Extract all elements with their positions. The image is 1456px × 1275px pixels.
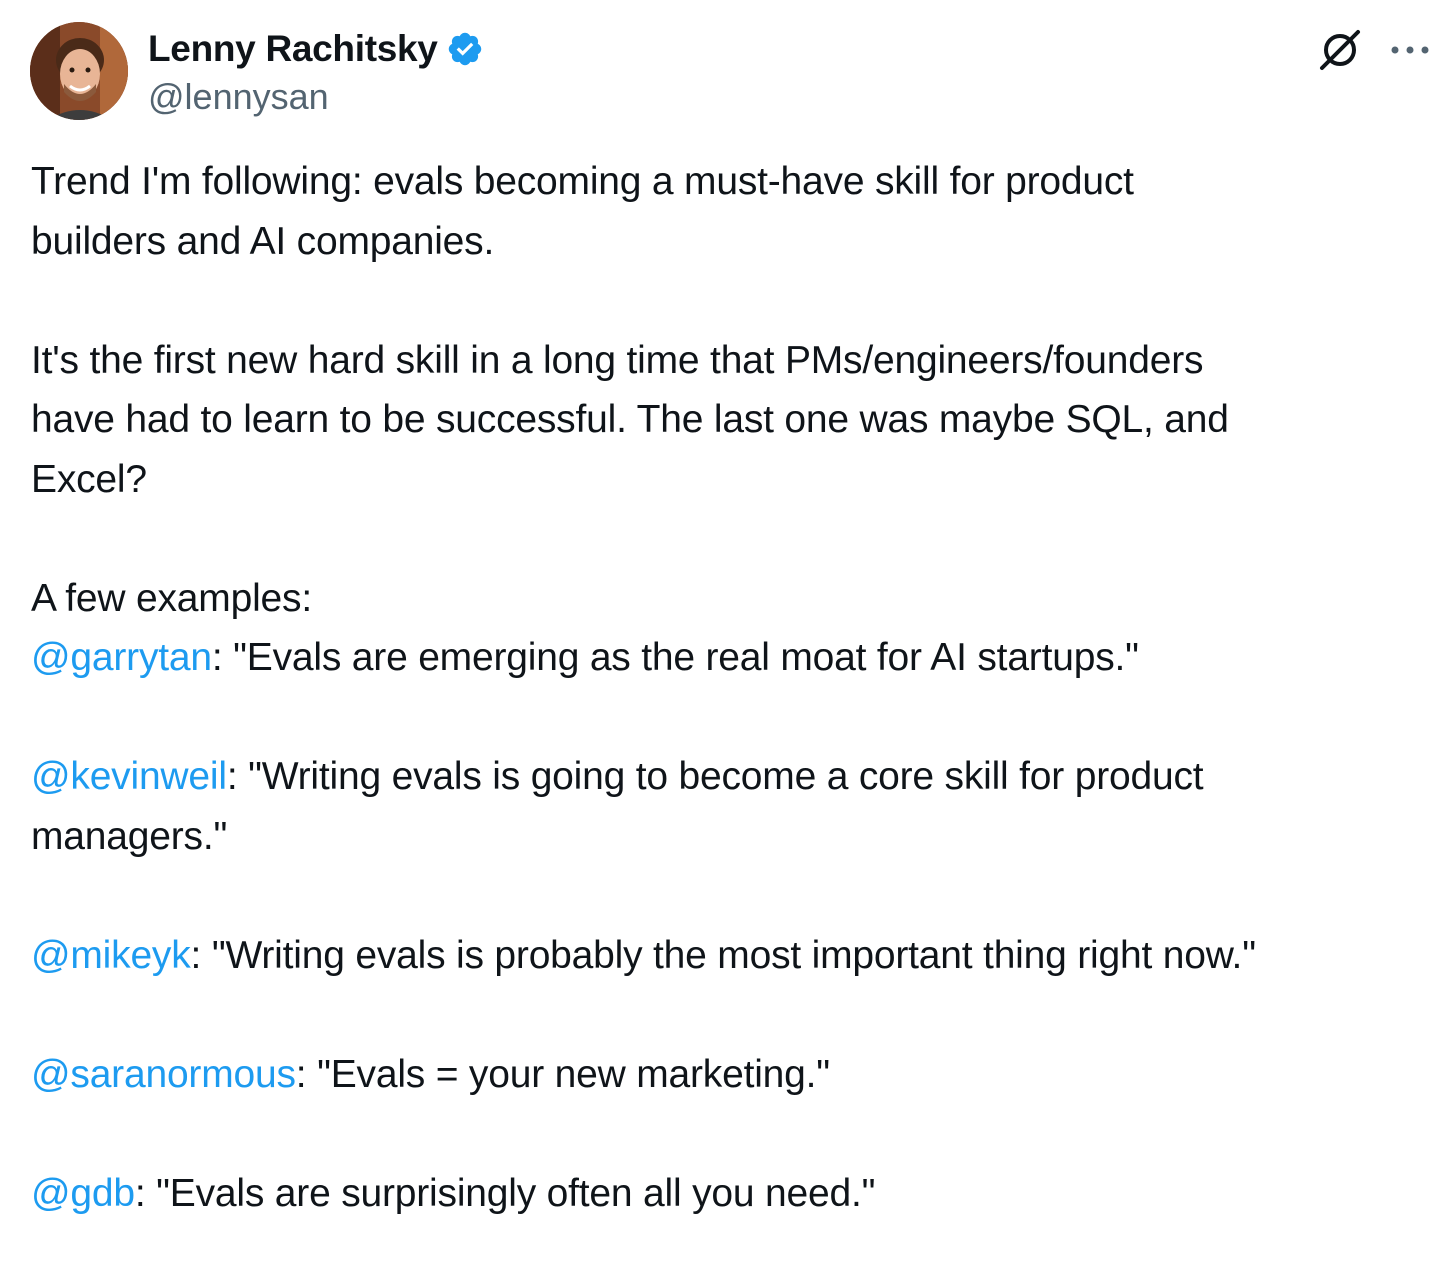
tweet-line: A few examples: [31, 576, 312, 620]
grok-icon[interactable] [1316, 26, 1364, 74]
tweet-line: have had to learn to be successful. The … [31, 398, 1229, 441]
verified-badge-icon[interactable] [446, 30, 484, 68]
mention-link-gdb[interactable]: @gdb [31, 1172, 135, 1215]
author-name-row: Lenny Rachitsky [148, 26, 484, 72]
tweet: Lenny Rachitsky @lennysan Trend I'm foll… [0, 0, 1456, 1275]
more-options-icon[interactable] [1388, 40, 1432, 60]
quote-text: : "Writing evals is going to become a co… [226, 755, 1204, 798]
mention-link-mikeyk[interactable]: @mikeyk [31, 934, 191, 977]
quote-line: @kevinweil: "Writing evals is going to b… [31, 747, 1431, 807]
mention-link-kevinweil[interactable]: @kevinweil [31, 755, 227, 798]
quote-line-continued: managers." [31, 814, 228, 858]
mention-link-garrytan[interactable]: @garrytan [31, 636, 212, 679]
mention-link-saranormous[interactable]: @saranormous [31, 1053, 296, 1096]
quote-line: @gdb: "Evals are surprisingly often all … [31, 1164, 1431, 1224]
tweet-text: Trend I'm following: evals becoming a mu… [31, 152, 1431, 1223]
tweet-header: Lenny Rachitsky @lennysan [30, 22, 1430, 122]
paragraph-break [31, 271, 1431, 331]
paragraph-break [31, 866, 1431, 926]
quote-text: : "Evals are surprisingly often all you … [134, 1171, 876, 1215]
quote-text: : "Writing evals is probably the most im… [190, 933, 1256, 977]
avatar[interactable] [30, 22, 128, 120]
quote-line: @garrytan: "Evals are emerging as the re… [31, 628, 1431, 688]
paragraph-break [31, 509, 1431, 569]
author-display-name[interactable]: Lenny Rachitsky [148, 28, 438, 70]
author-handle[interactable]: @lennysan [148, 76, 329, 118]
tweet-line: It's the first new hard skill in a long … [31, 338, 1204, 382]
quote-text: : "Evals are emerging as the real moat f… [211, 636, 1139, 679]
tweet-line: Trend I'm following: evals becoming a mu… [31, 160, 1134, 203]
paragraph-break [31, 985, 1431, 1045]
quote-line: @mikeyk: "Writing evals is probably the … [31, 926, 1431, 986]
quote-line: @saranormous: "Evals = your new marketin… [31, 1045, 1431, 1105]
tweet-line: builders and AI companies. [31, 219, 495, 263]
tweet-line: Excel? [31, 457, 147, 501]
paragraph-break [31, 1104, 1431, 1164]
quote-text: : "Evals = your new marketing." [295, 1052, 830, 1096]
paragraph-break [31, 688, 1431, 748]
